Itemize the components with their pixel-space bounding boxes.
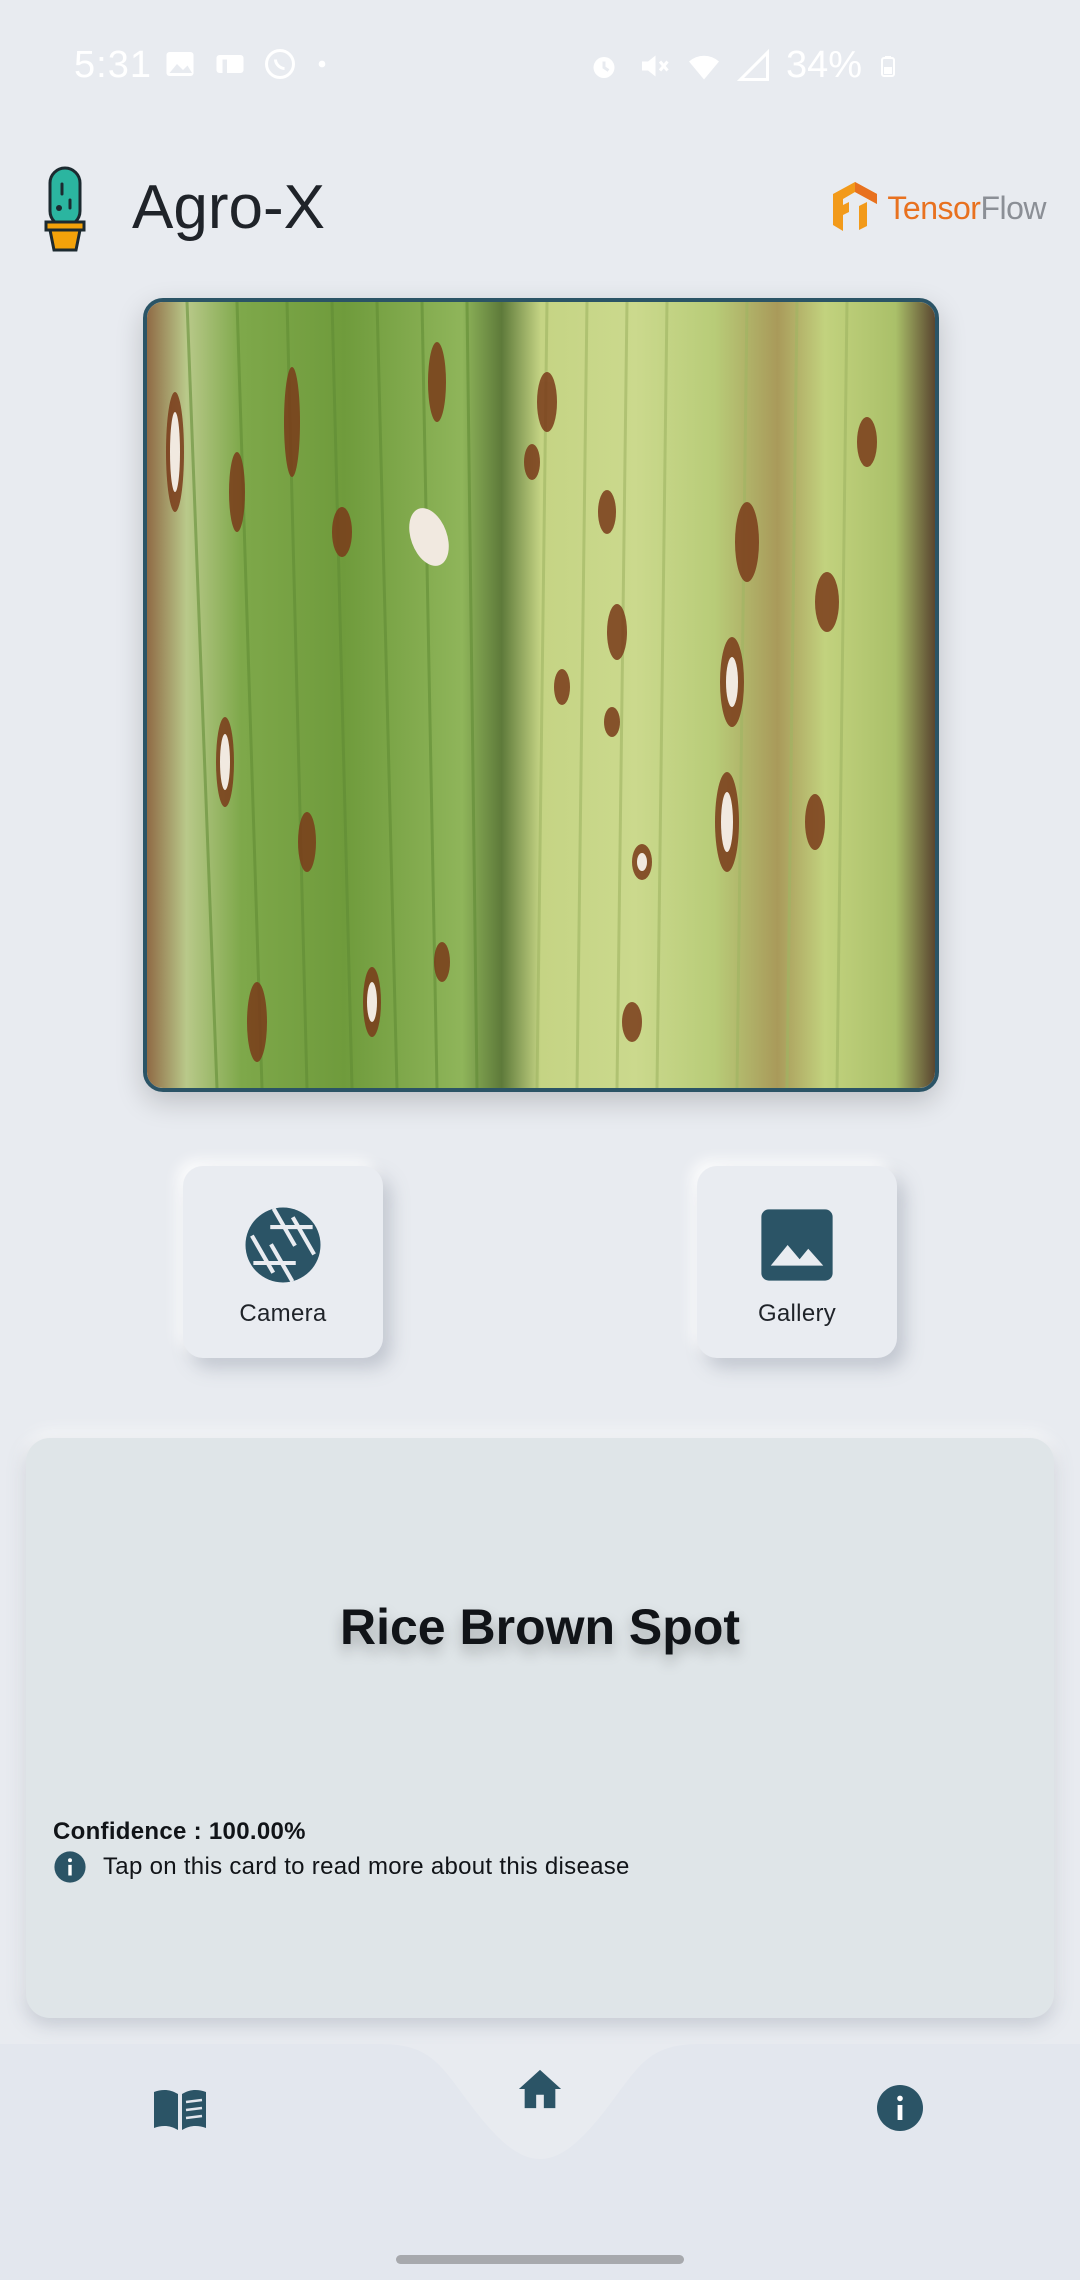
result-card[interactable]: Rice Brown Spot Confidence : 100.00% Tap… [26, 1438, 1054, 2018]
mute-icon [641, 55, 669, 76]
camera-button[interactable]: Camera [183, 1166, 383, 1358]
tensorflow-logo: TensorFlow [829, 180, 1046, 236]
bottom-navigation [0, 2044, 1080, 2280]
tensorflow-wordmark: TensorFlow [887, 189, 1046, 226]
battery-percent: 34% [785, 44, 862, 86]
dot-icon [318, 60, 326, 68]
battery-icon [881, 55, 895, 77]
tensorflow-icon [833, 182, 878, 231]
rice-leaf-photo [147, 302, 935, 1088]
app-header: Agro-X TensorFlow [0, 150, 1080, 270]
disease-image [143, 298, 939, 1092]
gesture-home-indicator[interactable] [396, 2255, 684, 2264]
image-gallery-icon [761, 1209, 833, 1281]
system-icons: 34% [586, 44, 900, 87]
book-icon[interactable] [152, 2086, 208, 2134]
info-hint: Tap on this card to read more about this… [53, 1850, 630, 1884]
cactus-logo-icon [44, 166, 86, 252]
voicemail-icon [216, 55, 244, 73]
notification-icons [162, 46, 332, 82]
status-bar: 5:31 34% [0, 0, 1080, 130]
camera-label: Camera [239, 1300, 327, 1327]
confidence-text: Confidence : 100.00% [53, 1818, 306, 1845]
info-nav-icon[interactable] [876, 2084, 924, 2132]
alarm-icon [593, 56, 615, 78]
gallery-label: Gallery [757, 1300, 837, 1327]
signal-icon [736, 48, 769, 81]
image-icon [166, 52, 194, 76]
info-hint-text: Tap on this card to read more about this… [103, 1853, 630, 1880]
app-title: Agro-X [132, 173, 325, 242]
disease-name: Rice Brown Spot [339, 1599, 741, 1655]
home-icon[interactable] [516, 2066, 564, 2112]
whatsapp-icon [265, 49, 295, 79]
status-time: 5:31 [74, 44, 152, 86]
wifi-icon [688, 55, 719, 79]
gallery-button[interactable]: Gallery [697, 1166, 897, 1358]
camera-aperture-icon [245, 1207, 321, 1283]
info-icon [54, 1851, 86, 1883]
